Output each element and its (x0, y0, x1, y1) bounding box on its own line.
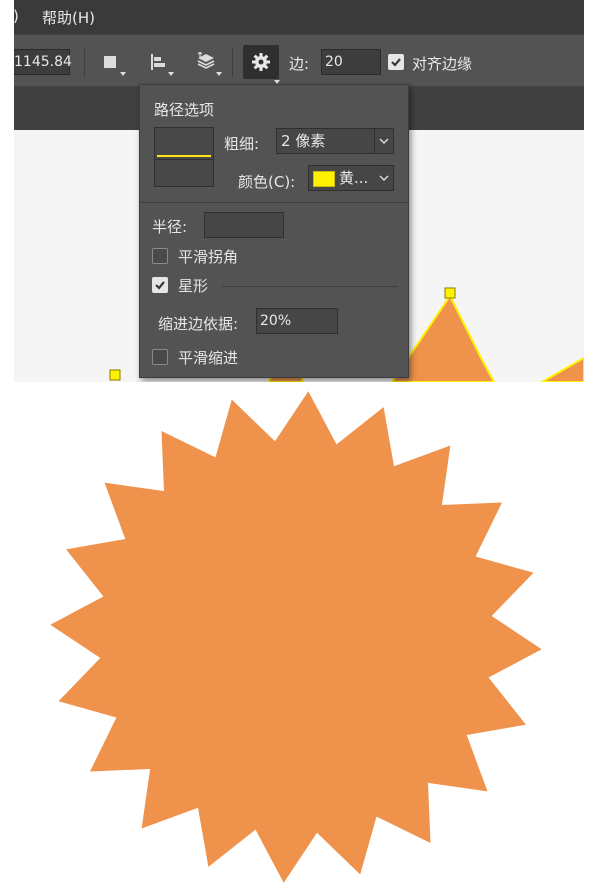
weight-value: 2 像素 (281, 132, 326, 150)
align-edges-label: 对齐边缘 (412, 55, 473, 73)
toolbar-divider (84, 47, 85, 77)
star-label: 星形 (178, 277, 209, 295)
weight-label: 粗细: (224, 135, 260, 153)
weight-select[interactable]: 2 像素 (276, 128, 394, 154)
star-checkbox[interactable] (152, 277, 168, 293)
smooth-indent-label: 平滑缩进 (178, 349, 239, 367)
smooth-indent-checkbox[interactable] (152, 349, 168, 365)
photoshop-window: ) 帮助(H) 1145.84 (14, 0, 584, 382)
color-label: 颜色(C): (238, 173, 296, 191)
options-bar: 1145.84 边: 20 对齐边缘 (14, 34, 584, 87)
toolbar-divider (232, 47, 233, 77)
smooth-corners-label: 平滑拐角 (178, 248, 239, 266)
radius-input[interactable] (204, 212, 284, 238)
color-select[interactable]: 黄... (308, 165, 394, 191)
gear-icon (252, 53, 270, 71)
panel-divider (140, 202, 408, 203)
color-value: 黄... (339, 169, 369, 187)
stroke-preview (154, 127, 214, 187)
star-polygon (50, 391, 542, 883)
panel-title: 路径选项 (154, 101, 215, 119)
radius-label: 半径: (152, 218, 188, 236)
chevron-down-icon (375, 166, 393, 190)
star-section-divider (222, 286, 398, 287)
menu-bar: ) 帮助(H) (14, 0, 584, 34)
sides-input[interactable]: 20 (321, 49, 381, 75)
path-arrangement-icon[interactable] (194, 51, 222, 76)
path-options-button[interactable] (243, 45, 280, 84)
menu-item-partial[interactable]: ) (14, 7, 19, 25)
indent-input[interactable]: 20% (256, 308, 338, 334)
path-alignment-icon[interactable] (146, 51, 174, 76)
indent-label: 缩进边依据: (158, 315, 239, 333)
color-swatch (313, 170, 335, 187)
star-shape-result (50, 391, 542, 883)
chevron-down-icon (374, 129, 393, 153)
sides-label: 边: (289, 55, 310, 73)
align-edges-checkbox[interactable] (388, 54, 404, 70)
smooth-corners-checkbox[interactable] (152, 248, 168, 264)
checkmark-icon (391, 58, 401, 67)
path-options-panel: 路径选项 粗细: 2 像素 颜色(C): 黄... 半径: 平滑拐角 星形 缩进… (139, 84, 409, 378)
checkmark-icon (155, 281, 165, 290)
coordinate-field[interactable]: 1145.84 (14, 49, 72, 75)
path-operations-icon[interactable] (98, 51, 126, 76)
menu-item-help[interactable]: 帮助(H) (42, 7, 95, 28)
